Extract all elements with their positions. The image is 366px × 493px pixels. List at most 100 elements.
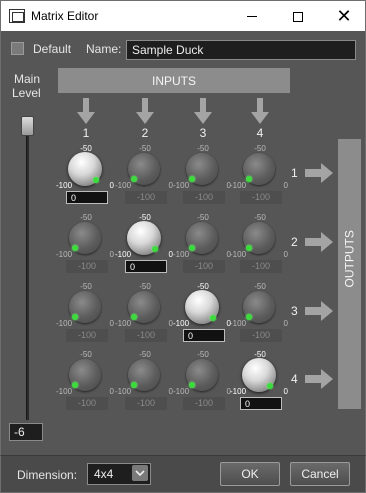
- input-column-number: 1: [82, 126, 90, 140]
- knob-value-field[interactable]: 0: [183, 329, 225, 342]
- knob-value-field[interactable]: -100: [183, 260, 225, 273]
- knob-scale-min: -100: [115, 319, 132, 328]
- input-arrow-down-icon: [251, 98, 269, 124]
- gain-knob[interactable]: -50 -100 0 -100: [56, 350, 116, 412]
- cancel-button[interactable]: Cancel: [290, 462, 350, 486]
- window-title: Matrix Editor: [31, 9, 99, 23]
- knob-scale-min: -100: [230, 387, 247, 396]
- gain-knob[interactable]: -50 -100 0 0: [173, 282, 233, 344]
- knob-value-field[interactable]: -100: [240, 260, 282, 273]
- gain-knob[interactable]: -50 -100 0 -100: [173, 350, 233, 412]
- main-level-slider-track[interactable]: [26, 130, 29, 420]
- knob-scale-mid: -50: [139, 144, 151, 153]
- knob-scale-max: 0: [283, 181, 288, 190]
- input-arrow-down-icon: [77, 98, 95, 124]
- knob-scale-min: -100: [56, 319, 73, 328]
- knob-scale-mid: -50: [254, 282, 266, 291]
- output-row-number: 2: [291, 235, 298, 249]
- close-button[interactable]: ✕: [321, 1, 366, 32]
- knob-scale-min: -100: [56, 181, 73, 190]
- input-arrow-down-icon: [194, 98, 212, 124]
- knob-indicator-led: [246, 175, 253, 182]
- knob-scale-mid: -50: [197, 213, 209, 222]
- knob-indicator-led: [92, 176, 99, 183]
- knob-scale-max: 0: [109, 319, 114, 328]
- knob-scale-mid: -50: [254, 213, 266, 222]
- outputs-header: OUTPUTS: [343, 230, 357, 287]
- gain-knob[interactable]: -50 -100 0 -100: [230, 144, 290, 206]
- maximize-button[interactable]: [275, 1, 321, 32]
- knob-value-field[interactable]: 0: [66, 191, 108, 204]
- knob-indicator-led: [151, 245, 158, 252]
- knob-scale-min: -100: [173, 319, 190, 328]
- knob-indicator-led: [266, 382, 273, 389]
- knob-value-field[interactable]: -100: [125, 329, 167, 342]
- gain-knob[interactable]: -50 -100 0 0: [115, 213, 175, 275]
- knob-value-field[interactable]: -100: [66, 397, 108, 410]
- input-column-number: 3: [199, 126, 207, 140]
- gain-knob[interactable]: -50 -100 0 0: [56, 144, 116, 206]
- knob-scale-max: 0: [283, 250, 288, 259]
- knob-scale-mid: -50: [139, 282, 151, 291]
- name-input[interactable]: [126, 40, 356, 60]
- knob-value-field[interactable]: -100: [240, 191, 282, 204]
- gain-knob[interactable]: -50 -100 0 -100: [115, 282, 175, 344]
- main-level-slider-thumb[interactable]: [21, 116, 34, 136]
- gain-knob[interactable]: -50 -100 0 -100: [115, 350, 175, 412]
- knob-scale-mid: -50: [139, 350, 151, 359]
- knob-scale-min: -100: [230, 319, 247, 328]
- gain-knob[interactable]: -50 -100 0 -100: [173, 213, 233, 275]
- knob-scale-max: 0: [109, 250, 114, 259]
- matrix-app-icon: [9, 9, 25, 23]
- knob-indicator-led: [189, 175, 196, 182]
- knob-value-field[interactable]: -100: [183, 397, 225, 410]
- ok-button[interactable]: OK: [220, 462, 280, 486]
- chevron-down-icon: [135, 469, 145, 476]
- knob-scale-mid: -50: [80, 282, 92, 291]
- knob-scale-mid: -50: [80, 213, 92, 222]
- gain-knob[interactable]: -50 -100 0 -100: [56, 213, 116, 275]
- gain-knob[interactable]: -50 -100 0 -100: [230, 213, 290, 275]
- knob-scale-min: -100: [173, 181, 190, 190]
- inputs-header: INPUTS: [58, 68, 290, 93]
- gain-knob[interactable]: -50 -100 0 -100: [173, 144, 233, 206]
- knob-value-field[interactable]: -100: [125, 397, 167, 410]
- dimension-label: Dimension:: [17, 468, 78, 482]
- knob-scale-max: 0: [109, 387, 114, 396]
- knob-scale-min: -100: [173, 387, 190, 396]
- gain-knob[interactable]: -50 -100 0 -100: [230, 282, 290, 344]
- knob-value-field[interactable]: -100: [66, 260, 108, 273]
- input-column-number: 4: [256, 126, 264, 140]
- dimension-dropdown-button[interactable]: [132, 465, 148, 481]
- knob-scale-mid: -50: [197, 144, 209, 153]
- output-arrow-right-icon: [305, 301, 333, 321]
- title-bar: Matrix Editor ✕: [0, 0, 366, 31]
- knob-scale-max: 0: [109, 181, 114, 190]
- knob-value-field[interactable]: 0: [240, 397, 282, 410]
- default-checkbox[interactable]: [11, 42, 24, 55]
- knob-scale-mid: -50: [197, 350, 209, 359]
- knob-value-field[interactable]: -100: [125, 191, 167, 204]
- knob-value-field[interactable]: -100: [66, 329, 108, 342]
- gain-knob[interactable]: -50 -100 0 0: [230, 350, 290, 412]
- knob-indicator-led: [189, 244, 196, 251]
- gain-knob[interactable]: -50 -100 0 -100: [56, 282, 116, 344]
- output-row-number: 3: [291, 304, 298, 318]
- gain-knob[interactable]: -50 -100 0 -100: [115, 144, 175, 206]
- knob-indicator-led: [72, 381, 79, 388]
- knob-value-field[interactable]: 0: [125, 260, 167, 273]
- knob-value-field[interactable]: -100: [240, 329, 282, 342]
- input-arrow-down-icon: [136, 98, 154, 124]
- name-label: Name:: [86, 42, 122, 56]
- main-level-value[interactable]: -6: [9, 423, 43, 441]
- default-label: Default: [33, 42, 72, 56]
- knob-indicator-led: [246, 244, 253, 251]
- knob-scale-min: -100: [56, 387, 73, 396]
- knob-value-field[interactable]: -100: [183, 191, 225, 204]
- minimize-button[interactable]: [229, 1, 275, 32]
- knob-indicator-led: [246, 313, 253, 320]
- knob-scale-min: -100: [115, 181, 132, 190]
- main-level-label-line2: Level: [12, 86, 41, 100]
- main-level-label-line1: Main: [14, 72, 41, 86]
- knob-scale-min: -100: [230, 250, 247, 259]
